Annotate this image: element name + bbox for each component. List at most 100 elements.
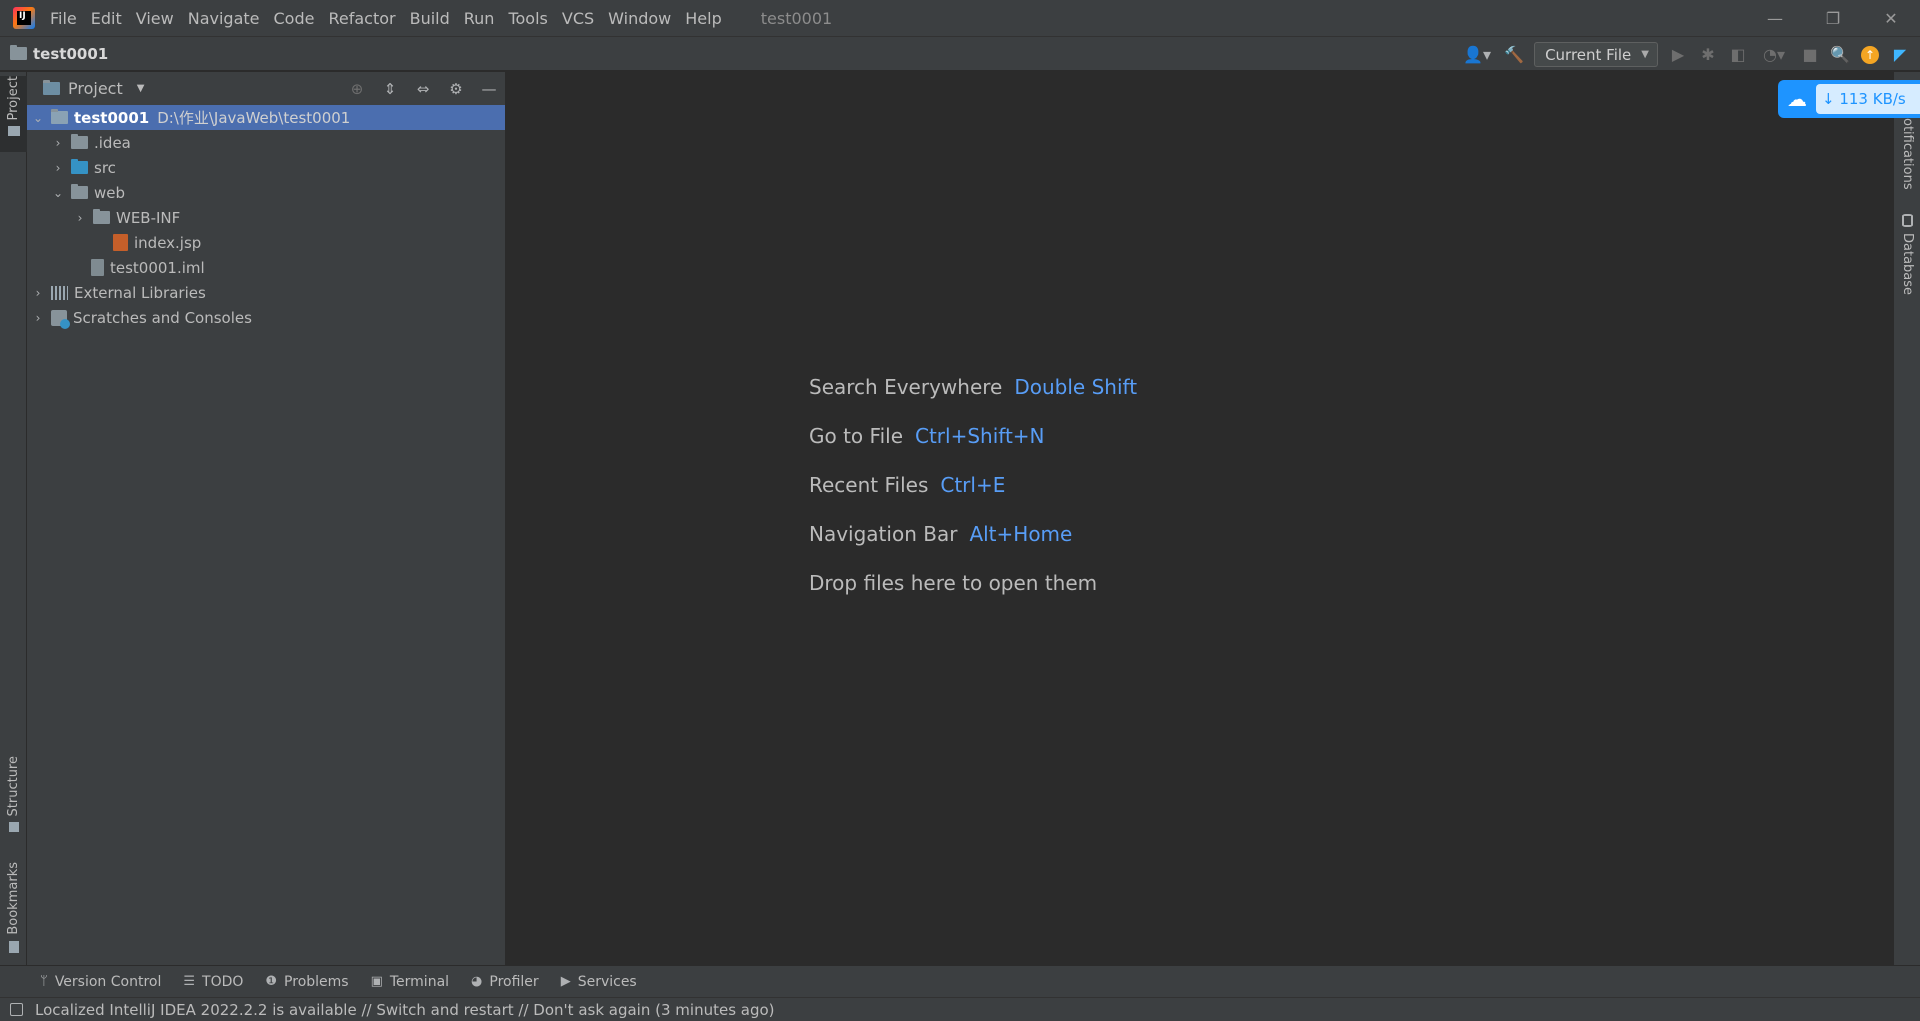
restore-button[interactable]: ❐ bbox=[1804, 0, 1862, 36]
menu-code[interactable]: Code bbox=[267, 9, 322, 28]
hint-shortcut[interactable]: Ctrl+Shift+N bbox=[915, 424, 1045, 448]
menu-build[interactable]: Build bbox=[403, 9, 457, 28]
services-icon: ▶ bbox=[560, 974, 571, 989]
project-panel-actions: ⊕ ⇕ ⇔ ⚙ — bbox=[347, 72, 499, 105]
gear-icon[interactable]: ⚙ bbox=[446, 79, 466, 99]
run-configuration-label: Current File bbox=[1545, 45, 1632, 64]
project-tool-tab-label: Project bbox=[6, 76, 21, 121]
window-title: test0001 bbox=[760, 8, 833, 28]
hint-shortcut[interactable]: Alt+Home bbox=[969, 522, 1072, 546]
project-panel-title[interactable]: Project bbox=[68, 79, 123, 98]
tree-node-external-libraries[interactable]: › External Libraries bbox=[27, 280, 505, 305]
status-message[interactable]: Localized IntelliJ IDEA 2022.2.2 is avai… bbox=[35, 1001, 775, 1019]
expand-all-icon[interactable]: ⇕ bbox=[380, 79, 400, 99]
chevron-down-icon: ▼ bbox=[1641, 49, 1649, 60]
status-window-icon[interactable] bbox=[10, 1003, 23, 1016]
bottom-tab-label: Version Control bbox=[54, 973, 162, 990]
tree-node-idea[interactable]: › .idea bbox=[27, 130, 505, 155]
menu-edit[interactable]: Edit bbox=[84, 9, 129, 28]
hide-panel-icon[interactable]: — bbox=[479, 79, 499, 99]
scratches-icon bbox=[51, 309, 70, 329]
hint-shortcut[interactable]: Ctrl+E bbox=[940, 473, 1005, 497]
iml-file-icon bbox=[91, 259, 104, 276]
tree-node-root[interactable]: ⌄ test0001 D:\作业\JavaWeb\test0001 bbox=[27, 105, 505, 130]
menu-tools[interactable]: Tools bbox=[501, 9, 554, 28]
chevron-down-icon[interactable]: ⌄ bbox=[51, 186, 65, 200]
chevron-right-icon[interactable]: › bbox=[31, 286, 45, 300]
menu-refactor[interactable]: Refactor bbox=[321, 9, 402, 28]
user-account-icon[interactable]: 👤▾ bbox=[1460, 45, 1494, 65]
chevron-down-icon[interactable]: ▼ bbox=[137, 83, 145, 94]
menu-help[interactable]: Help bbox=[678, 9, 728, 28]
collapse-all-icon[interactable]: ⇔ bbox=[413, 79, 433, 99]
bookmarks-tool-tab[interactable]: Bookmarks bbox=[0, 862, 27, 958]
terminal-tab[interactable]: ▣ Terminal bbox=[371, 974, 449, 990]
tree-node-src[interactable]: › src bbox=[27, 155, 505, 180]
editor-area[interactable]: Search Everywhere Double Shift Go to Fil… bbox=[507, 72, 1893, 965]
structure-tool-tab[interactable]: Structure bbox=[0, 756, 27, 836]
download-speed-widget[interactable]: ☁ ↓ 113 KB/s bbox=[1778, 80, 1920, 118]
chevron-right-icon[interactable]: › bbox=[73, 211, 87, 225]
title-bar: IJ File Edit View Navigate Code Refactor… bbox=[0, 0, 1920, 36]
database-tool-tab[interactable]: Database bbox=[1894, 214, 1920, 306]
close-button[interactable]: ✕ bbox=[1862, 0, 1920, 36]
menu-navigate[interactable]: Navigate bbox=[181, 9, 267, 28]
logo-text: IJ bbox=[19, 11, 26, 21]
notifications-tool-tab[interactable]: otifications bbox=[1894, 118, 1920, 208]
version-control-tab[interactable]: ᛘ Version Control bbox=[40, 974, 161, 990]
build-hammer-icon[interactable]: 🔨 bbox=[1504, 45, 1524, 65]
hint-navigation-bar: Navigation Bar Alt+Home bbox=[809, 509, 1137, 558]
chevron-right-icon[interactable]: › bbox=[31, 311, 45, 325]
tree-node-label: src bbox=[94, 158, 116, 177]
breadcrumb-project[interactable]: test0001 bbox=[33, 45, 108, 63]
jsp-file-icon bbox=[113, 234, 128, 251]
hint-drop-files: Drop files here to open them bbox=[809, 558, 1137, 607]
tree-node-iml[interactable]: test0001.iml bbox=[27, 255, 505, 280]
minimize-button[interactable]: — bbox=[1746, 0, 1804, 36]
hint-label: Navigation Bar bbox=[809, 521, 958, 546]
structure-tool-tab-label: Structure bbox=[6, 756, 21, 817]
project-view-icon bbox=[43, 80, 60, 95]
tree-node-scratches[interactable]: › Scratches and Consoles bbox=[27, 305, 505, 330]
folder-icon bbox=[93, 209, 110, 224]
tree-node-web-inf[interactable]: › WEB-INF bbox=[27, 205, 505, 230]
project-panel-header: Project ▼ ⊕ ⇕ ⇔ ⚙ — bbox=[27, 72, 505, 105]
bottom-tab-label: Problems bbox=[284, 973, 349, 990]
todo-tab[interactable]: ☰ TODO bbox=[183, 974, 243, 990]
tree-node-web[interactable]: ⌄ web bbox=[27, 180, 505, 205]
web-folder-icon bbox=[71, 184, 88, 199]
project-tool-tab[interactable]: Project bbox=[0, 76, 27, 152]
menu-file[interactable]: File bbox=[43, 9, 84, 28]
tree-node-label: web bbox=[94, 183, 126, 202]
status-bar: Localized IntelliJ IDEA 2022.2.2 is avai… bbox=[0, 997, 1920, 1021]
tree-node-label: Scratches and Consoles bbox=[73, 308, 252, 327]
plugin-icon[interactable]: ◤ bbox=[1890, 45, 1910, 65]
update-icon[interactable]: ↑ bbox=[1860, 45, 1880, 65]
structure-icon bbox=[8, 822, 19, 833]
run-icon[interactable]: ▶ bbox=[1668, 45, 1688, 65]
menu-window[interactable]: Window bbox=[601, 9, 678, 28]
problems-tab[interactable]: ❶ Problems bbox=[265, 974, 348, 990]
stop-icon[interactable]: ■ bbox=[1800, 45, 1820, 65]
profiler-tab[interactable]: ◕ Profiler bbox=[471, 974, 539, 990]
intellij-logo-icon[interactable]: IJ bbox=[13, 7, 35, 29]
run-configuration-select[interactable]: Current File ▼ bbox=[1534, 42, 1658, 67]
chevron-down-icon[interactable]: ⌄ bbox=[31, 111, 45, 125]
services-tab[interactable]: ▶ Services bbox=[561, 974, 637, 990]
chevron-right-icon[interactable]: › bbox=[51, 136, 65, 150]
menu-view[interactable]: View bbox=[129, 9, 181, 28]
hint-label: Search Everywhere bbox=[809, 374, 1003, 399]
locate-file-icon[interactable]: ⊕ bbox=[347, 79, 367, 99]
breadcrumb[interactable]: test0001 bbox=[10, 45, 108, 63]
debug-icon[interactable]: ✱ bbox=[1698, 45, 1718, 65]
tree-node-index-jsp[interactable]: index.jsp bbox=[27, 230, 505, 255]
menu-run[interactable]: Run bbox=[457, 9, 502, 28]
source-folder-icon bbox=[71, 159, 88, 174]
menu-vcs[interactable]: VCS bbox=[555, 9, 601, 28]
left-tool-stripe: Project Structure Bookmarks bbox=[0, 72, 27, 965]
hint-shortcut[interactable]: Double Shift bbox=[1014, 375, 1137, 399]
coverage-icon[interactable]: ◧ bbox=[1728, 45, 1748, 65]
profile-icon[interactable]: ◔▾ bbox=[1758, 45, 1790, 65]
search-icon[interactable]: 🔍 bbox=[1830, 45, 1850, 65]
chevron-right-icon[interactable]: › bbox=[51, 161, 65, 175]
